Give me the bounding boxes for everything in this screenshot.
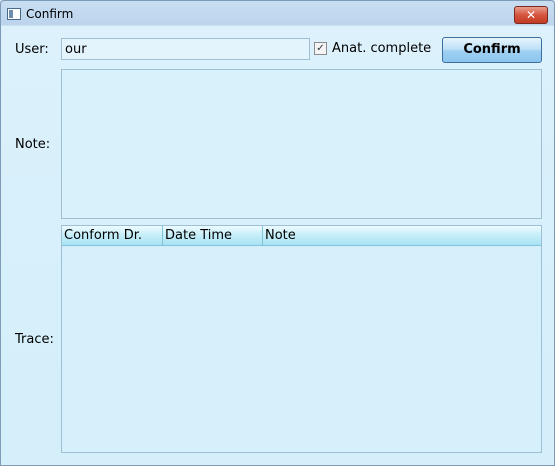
- window-app-icon: [7, 8, 21, 20]
- user-label: User:: [15, 42, 49, 57]
- confirm-button[interactable]: Confirm: [442, 37, 542, 63]
- user-input[interactable]: [61, 38, 310, 60]
- note-textarea[interactable]: [61, 69, 542, 219]
- column-header-date-time[interactable]: Date Time: [163, 226, 263, 245]
- anat-complete-checkbox[interactable]: ✓: [314, 42, 327, 55]
- trace-table[interactable]: Conform Dr. Date Time Note: [61, 225, 542, 453]
- note-label: Note:: [15, 137, 51, 152]
- column-header-note[interactable]: Note: [263, 226, 541, 245]
- confirm-window: Confirm ✕ User: ✓ Anat. complete Confirm…: [0, 0, 555, 466]
- close-icon: ✕: [525, 8, 537, 22]
- anat-complete-label[interactable]: Anat. complete: [332, 41, 431, 56]
- window-title: Confirm: [26, 7, 74, 21]
- dialog-body: User: ✓ Anat. complete Confirm Note: Tra…: [2, 26, 553, 463]
- trace-table-header: Conform Dr. Date Time Note: [62, 226, 541, 246]
- column-header-conform-dr[interactable]: Conform Dr.: [62, 226, 163, 245]
- close-button[interactable]: ✕: [514, 6, 548, 24]
- title-bar[interactable]: Confirm ✕: [1, 1, 554, 27]
- trace-label: Trace:: [15, 332, 54, 347]
- checkmark-icon: ✓: [316, 43, 325, 54]
